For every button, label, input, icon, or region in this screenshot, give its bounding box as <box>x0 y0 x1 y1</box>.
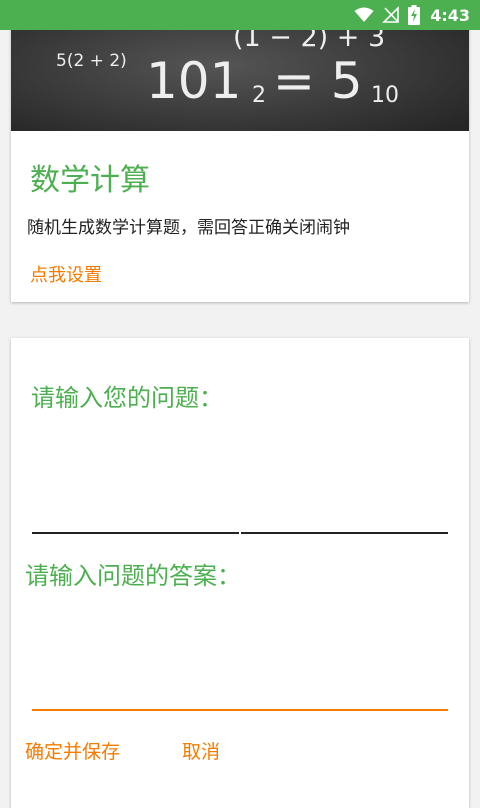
custom-question-card: 请输入您的问题： 请输入问题的答案： 确定并保存 取消 <box>11 338 469 808</box>
formula-text: 101 <box>146 52 241 110</box>
card-description: 随机生成数学计算题，需回答正确关闭闹钟 <box>27 218 350 238</box>
status-time: 4:43 <box>430 5 470 25</box>
question-label: 请输入您的问题： <box>31 384 223 412</box>
question-input[interactable] <box>32 438 452 538</box>
formula-text: 5(2 + 2) <box>56 51 127 71</box>
formula-text: = 5 <box>273 52 363 110</box>
cancel-button[interactable]: 取消 <box>182 737 220 764</box>
answer-label: 请输入问题的答案： <box>25 562 241 590</box>
status-bar: 4:43 <box>0 0 480 30</box>
question-underline-right <box>241 532 448 534</box>
card-title: 数学计算 <box>30 163 150 198</box>
battery-charging-icon <box>408 5 421 25</box>
settings-link[interactable]: 点我设置 <box>30 261 102 287</box>
question-input-wrapper <box>32 438 452 538</box>
formula-text: 2 <box>252 83 266 108</box>
math-alarm-card: 5(2 + 2) (1 − 2) + 3 101 2 = 5 10 数学计算 随… <box>11 0 469 302</box>
wifi-icon <box>354 7 374 22</box>
confirm-save-button[interactable]: 确定并保存 <box>25 737 120 764</box>
formula-text: 10 <box>371 83 399 108</box>
answer-input[interactable] <box>32 608 452 710</box>
question-underline-left <box>32 532 239 534</box>
answer-underline <box>32 709 448 711</box>
signal-off-icon <box>382 6 400 23</box>
status-icons: 4:43 <box>354 0 470 30</box>
